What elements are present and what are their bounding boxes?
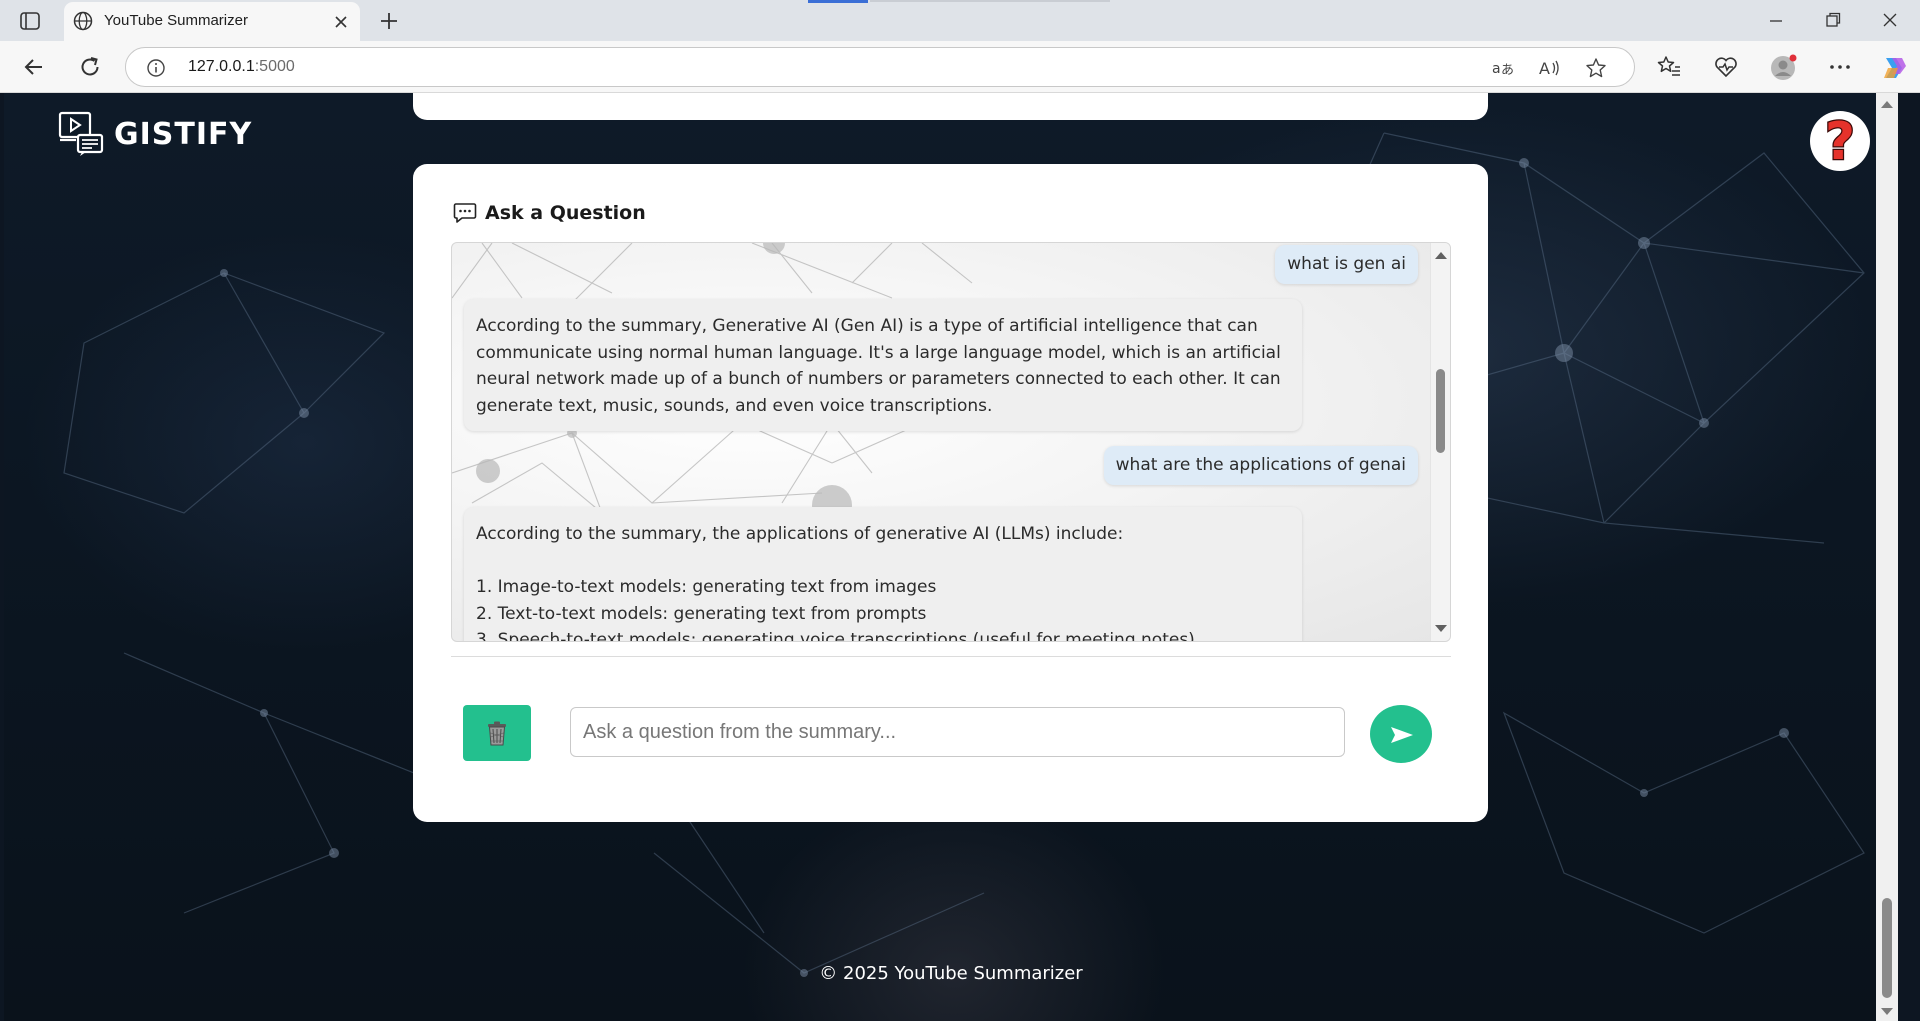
chat-scrollbar[interactable]: [1430, 243, 1450, 641]
scroll-up-icon[interactable]: [1435, 252, 1447, 259]
browser-titlebar: YouTube Summarizer: [0, 0, 1920, 41]
question-input[interactable]: [570, 707, 1345, 757]
titlebar-accent-secondary: [870, 0, 1110, 2]
logo-text: GISTIFY: [114, 116, 253, 152]
translate-icon[interactable]: aあ: [1491, 57, 1514, 79]
qa-header: Ask a Question: [453, 202, 646, 224]
back-icon[interactable]: [21, 54, 47, 80]
send-icon: [1391, 727, 1413, 743]
url-text[interactable]: 127.0.0.1:5000: [188, 58, 295, 76]
copilot-icon[interactable]: [1880, 54, 1906, 80]
tab-actions-icon[interactable]: [18, 10, 42, 32]
help-button[interactable]: ?: [1810, 111, 1870, 174]
bot-message: According to the summary, Generative AI …: [464, 299, 1302, 431]
qa-card: Ask a Question what is gen ai According …: [413, 164, 1488, 822]
health-icon[interactable]: [1713, 54, 1739, 80]
minimize-icon[interactable]: [1766, 10, 1786, 30]
refresh-icon[interactable]: [77, 54, 103, 80]
profile-icon[interactable]: [1770, 54, 1797, 80]
browser-toolbar: 127.0.0.1:5000 aあ A: [0, 41, 1920, 93]
read-aloud-icon[interactable]: A: [1538, 57, 1560, 79]
help-icon: ?: [1824, 111, 1857, 174]
page-scrollbar[interactable]: [1876, 93, 1898, 1021]
scroll-up-icon[interactable]: [1881, 101, 1893, 108]
chat-history[interactable]: what is gen ai According to the summary,…: [451, 242, 1451, 642]
plus-icon[interactable]: [378, 10, 400, 32]
address-bar[interactable]: 127.0.0.1:5000 aあ A: [125, 47, 1635, 87]
favorites-icon[interactable]: [1656, 54, 1682, 80]
svg-text:A: A: [1539, 59, 1550, 78]
page-viewport: GISTIFY ? Ask a Question what is gen ai …: [4, 93, 1898, 1021]
tab-title: YouTube Summarizer: [104, 12, 248, 29]
clear-chat-button[interactable]: [463, 705, 531, 761]
trash-icon: [488, 721, 506, 746]
info-icon[interactable]: [146, 58, 166, 78]
logo-icon: [58, 111, 104, 156]
app-logo[interactable]: GISTIFY: [58, 111, 252, 157]
bot-message: According to the summary, the applicatio…: [464, 507, 1302, 641]
url-port: :5000: [254, 58, 295, 75]
scroll-down-icon[interactable]: [1881, 1008, 1893, 1015]
divider: [451, 656, 1451, 657]
tab-youtube-summarizer[interactable]: YouTube Summarizer: [64, 2, 360, 41]
user-message: what is gen ai: [1275, 245, 1418, 284]
restore-icon[interactable]: [1823, 10, 1843, 30]
globe-icon: [72, 10, 94, 32]
star-icon[interactable]: [1585, 57, 1607, 79]
send-button[interactable]: [1370, 705, 1432, 763]
chat-scroll-thumb[interactable]: [1436, 369, 1445, 453]
page-scroll-thumb[interactable]: [1882, 898, 1892, 998]
more-icon[interactable]: [1827, 54, 1853, 80]
summary-card-bottom: [413, 93, 1488, 120]
scroll-down-icon[interactable]: [1435, 625, 1447, 632]
page-footer: © 2025 YouTube Summarizer: [819, 963, 1083, 984]
titlebar-accent: [808, 0, 868, 3]
user-message: what are the applications of genai: [1103, 446, 1418, 485]
chat-icon: [453, 203, 477, 223]
window-close-icon[interactable]: [1880, 10, 1900, 30]
close-icon[interactable]: [334, 14, 348, 28]
svg-text:あ: あ: [1501, 63, 1514, 78]
url-host: 127.0.0.1: [188, 58, 255, 75]
qa-title: Ask a Question: [485, 202, 646, 224]
svg-text:?: ?: [1825, 112, 1855, 171]
svg-text:a: a: [1492, 61, 1501, 77]
